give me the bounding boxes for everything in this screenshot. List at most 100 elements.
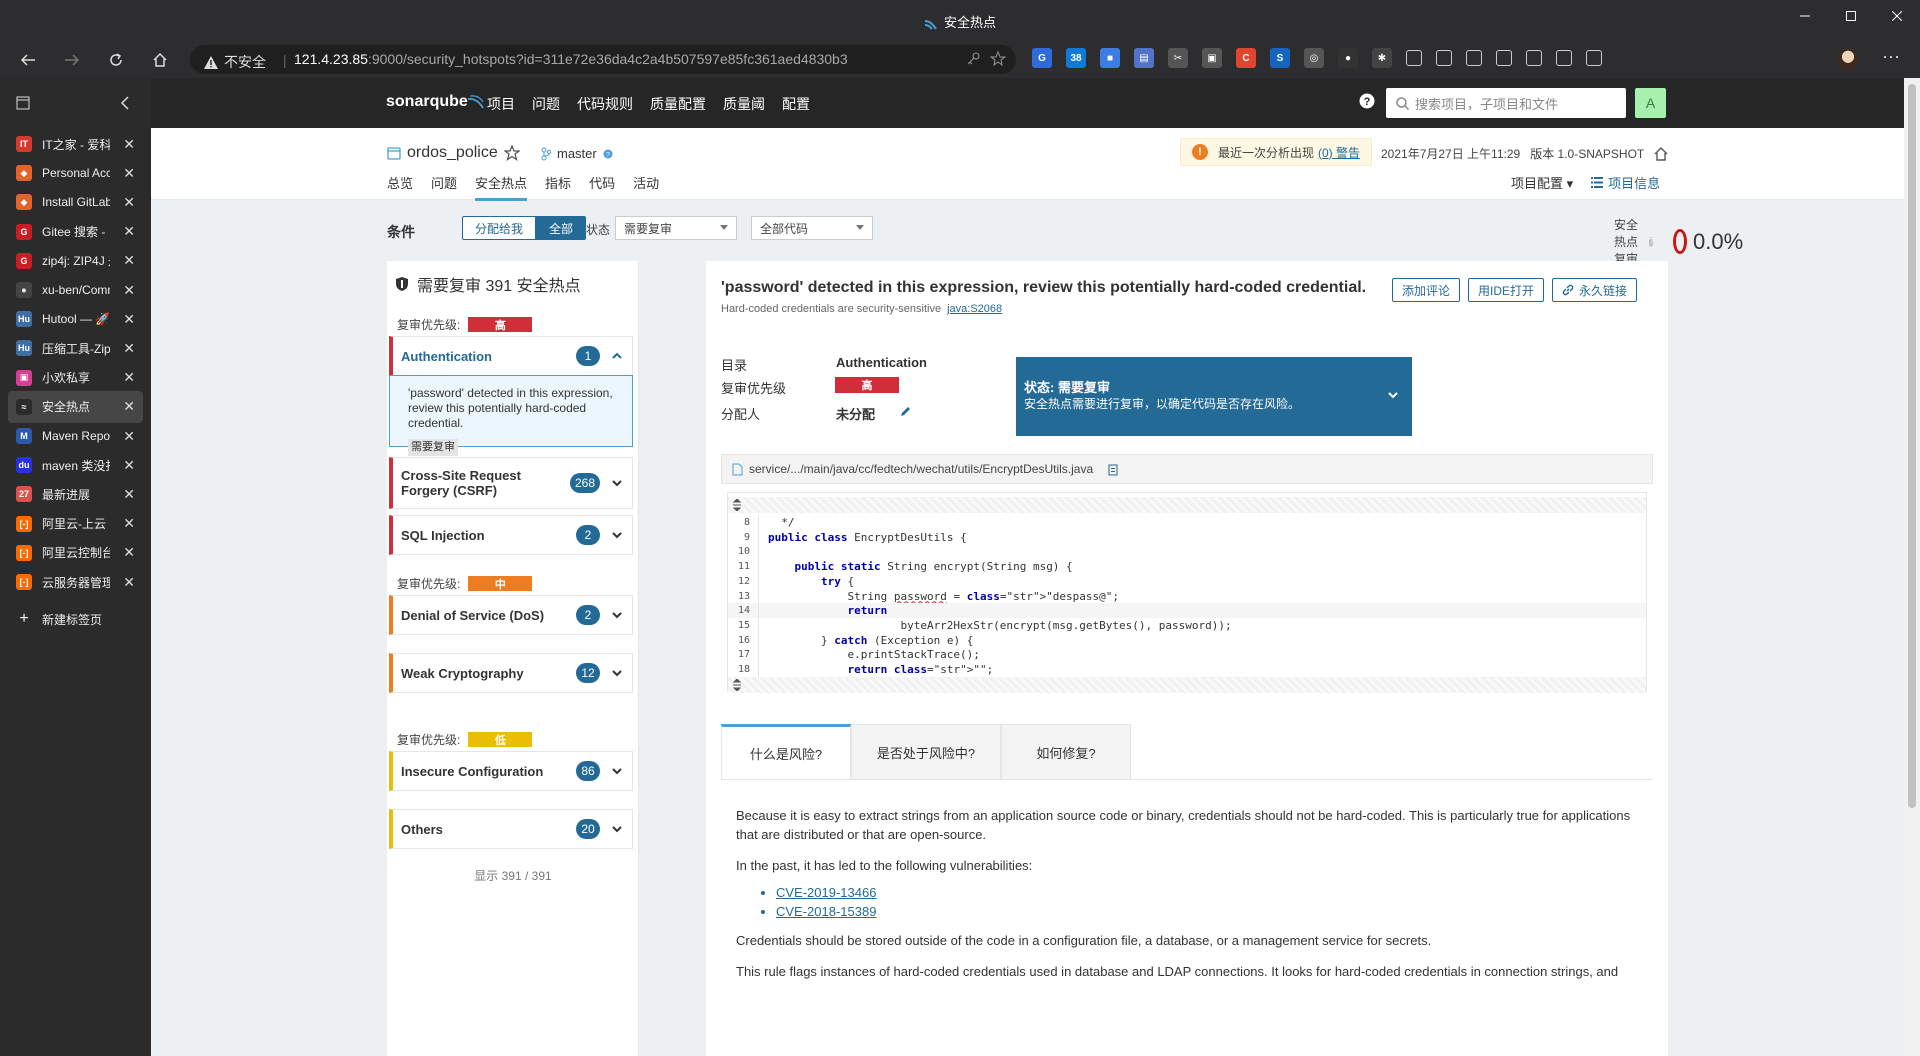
line-number[interactable]: 18 [728,664,758,675]
category-csrf[interactable]: Cross-Site Request Forgery (CSRF) 268 [389,457,633,509]
category-authentication[interactable]: Authentication 1 [389,336,633,376]
project-tab[interactable]: 安全热点 [475,173,528,201]
project-tab[interactable]: 指标 [545,173,571,201]
forward-button[interactable] [58,46,86,74]
user-avatar[interactable]: A [1635,88,1666,118]
home-page-icon[interactable] [1654,146,1668,161]
favorites-icon[interactable] [1406,50,1422,66]
grid-ext-icon[interactable]: ■ [1100,48,1120,68]
profile-avatar[interactable] [1837,48,1859,70]
favorite-star-icon[interactable] [503,145,520,161]
c-ext-icon[interactable]: C [1236,48,1256,68]
line-number[interactable]: 9 [728,532,758,543]
warning-link[interactable]: (0) 警告 [1318,144,1360,161]
open-in-ide-button[interactable]: 用IDE打开 [1468,278,1545,302]
sonarqube-logo[interactable]: sonarqube [386,93,484,111]
close-tab-icon[interactable]: ✕ [123,486,135,503]
minimize-button[interactable] [1782,0,1828,32]
nav-item[interactable]: 项目 [487,94,515,114]
address-bar[interactable]: 不安全 | 121.4.23.85:9000/security_hotspots… [190,45,1016,74]
puzzle-ext-icon[interactable]: ✱ [1372,48,1392,68]
security-warning[interactable]: 不安全 [204,52,266,72]
more-menu-icon[interactable]: ··· [1882,46,1900,67]
browser-tab[interactable]: Hu Hutool — 🚀 ✕ [8,303,143,335]
home-button[interactable] [146,46,174,74]
category-others[interactable]: Others 20 [389,809,633,849]
rule-tab[interactable]: 如何修复? [1001,724,1131,780]
line-number[interactable]: 11 [728,561,758,572]
line-number[interactable]: 10 [728,546,758,557]
nav-item[interactable]: 配置 [782,94,810,114]
close-tab-icon[interactable]: ✕ [123,398,135,415]
browser-tab[interactable]: M Maven Repos ✕ [8,420,143,452]
line-number[interactable]: 8 [728,517,758,528]
collections-icon[interactable] [1436,50,1452,66]
branch-selector[interactable]: master ? [541,146,613,161]
browser-tab[interactable]: [-] 阿里云控制台 ✕ [8,537,143,569]
category-sql-injection[interactable]: SQL Injection 2 [389,515,633,555]
category-dos[interactable]: Denial of Service (DoS) 2 [389,595,633,635]
project-tab[interactable]: 问题 [431,173,457,201]
all-button[interactable]: 全部 [536,216,587,240]
rule-link[interactable]: java:S2068 [947,303,1002,315]
close-tab-icon[interactable]: ✕ [123,165,135,182]
cve-link[interactable]: CVE-2018-15389 [776,902,1638,921]
project-name[interactable]: ordos_police [407,144,498,162]
line-number[interactable]: 17 [728,649,758,660]
close-tab-icon[interactable]: ✕ [123,574,135,591]
clock-ext-icon[interactable]: 38 [1066,48,1086,68]
project-tab[interactable]: 活动 [633,173,659,201]
nav-item[interactable]: 质量阈 [723,94,765,114]
back-button[interactable] [14,46,42,74]
browser-tab[interactable]: ◆ Install GitLab ✕ [8,186,143,218]
help-icon[interactable]: ? [1359,93,1375,109]
scrollbar-thumb[interactable] [1908,84,1916,808]
line-number[interactable]: 16 [728,635,758,646]
add-comment-button[interactable]: 添加评论 [1392,278,1461,302]
translate-ext-icon[interactable]: G [1032,48,1052,68]
nav-item[interactable]: 代码规则 [577,94,633,114]
close-tab-icon[interactable]: ✕ [123,282,135,299]
browser-tab[interactable]: ◆ Personal Acce ✕ [8,157,143,189]
project-info-link[interactable]: 项目信息 [1591,173,1660,192]
category-weak-cryptography[interactable]: Weak Cryptography 12 [389,653,633,693]
project-config-menu[interactable]: 项目配置 ▾ [1511,173,1573,192]
browser-tab[interactable]: Hu 压缩工具-Zip ✕ [8,332,143,364]
assigned-to-me-button[interactable]: 分配给我 [462,216,537,240]
pencil-icon[interactable] [899,405,912,418]
nav-item[interactable]: 问题 [532,94,560,114]
window-ext-icon[interactable]: ▣ [1202,48,1222,68]
line-number[interactable]: 12 [728,576,758,587]
maximize-button[interactable] [1828,0,1874,32]
page-scrollbar[interactable] [1904,78,1920,1056]
line-number[interactable]: 14 [728,605,758,616]
glasses-ext-icon[interactable]: ◎ [1304,48,1324,68]
permalink-button[interactable]: 永久链接 [1552,278,1638,302]
close-tab-icon[interactable]: ✕ [123,340,135,357]
screenshot-icon[interactable] [1526,50,1542,66]
nav-item[interactable]: 质量配置 [650,94,706,114]
share-icon[interactable] [1586,50,1602,66]
close-tab-icon[interactable]: ✕ [123,457,135,474]
category-insecure-configuration[interactable]: Insecure Configuration 86 [389,751,633,791]
close-tab-icon[interactable]: ✕ [123,369,135,386]
close-tab-icon[interactable]: ✕ [123,544,135,561]
downloads-icon[interactable] [1496,50,1512,66]
reload-button[interactable] [102,46,130,74]
close-tab-icon[interactable]: ✕ [123,311,135,328]
edit-icon[interactable] [1556,50,1572,66]
card-ext-icon[interactable]: ▤ [1134,48,1154,68]
project-tab[interactable]: 总览 [387,173,413,201]
copy-icon[interactable] [1107,463,1118,476]
s-ext-icon[interactable]: S [1270,48,1290,68]
browser-tab[interactable]: G Gitee 搜索 - ✕ [8,216,143,248]
line-number[interactable]: 15 [728,620,758,631]
code-scope-select[interactable]: 全部代码 [751,216,873,240]
record-ext-icon[interactable]: ● [1338,48,1358,68]
rule-tab[interactable]: 什么是风险? [721,724,851,780]
status-selector[interactable]: 状态: 需要复审 安全热点需要进行复审，以确定代码是否存在风险。 [1016,357,1412,436]
global-search-input[interactable]: 搜索项目，子项目和文件 [1386,88,1626,118]
close-tab-icon[interactable]: ✕ [123,136,135,153]
cut-ext-icon[interactable]: ✂ [1168,48,1188,68]
cve-link[interactable]: CVE-2019-13466 [776,883,1638,902]
